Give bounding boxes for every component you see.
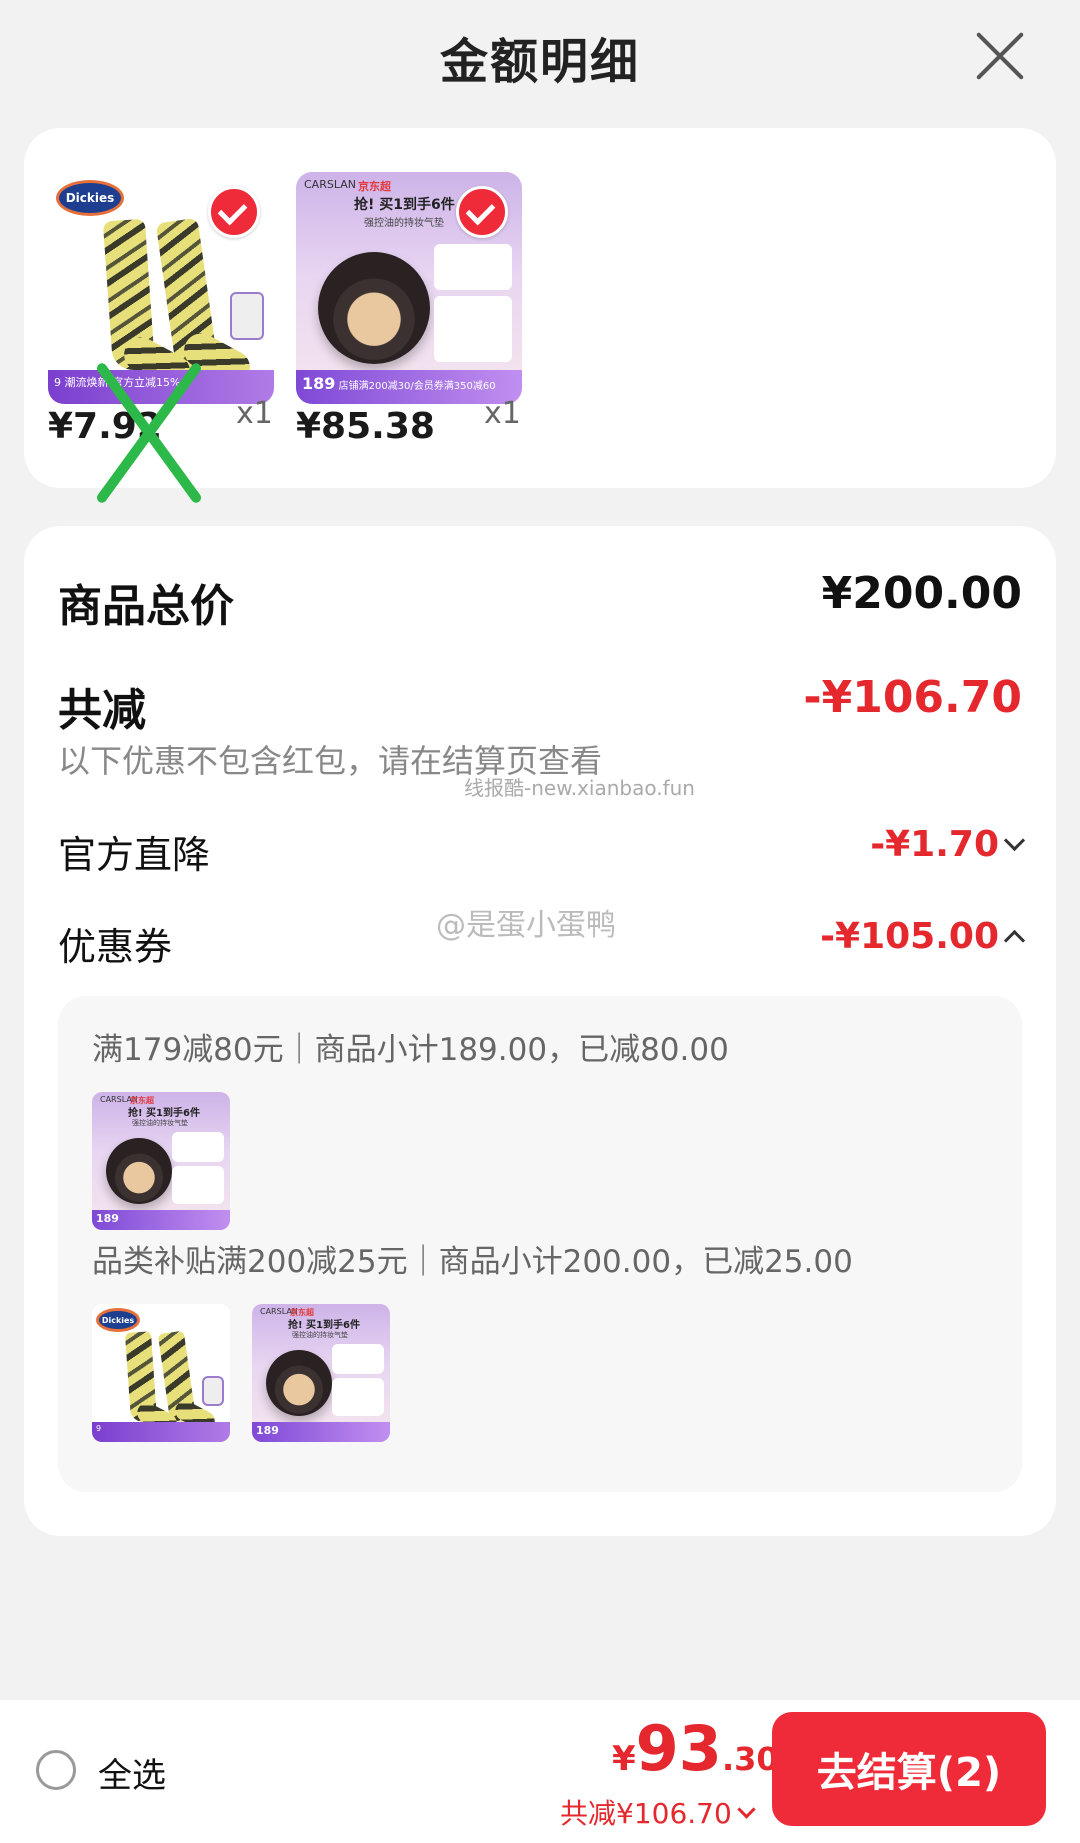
- promo-badge-num: 9: [54, 376, 61, 389]
- chevron-up-icon: [1003, 929, 1026, 952]
- promo-sub: 强控油的持妆气垫: [364, 218, 444, 229]
- amount-detail-card: 商品总价 ¥200.00 共减 -¥106.70 以下优惠不包含红包，请在结算页…: [24, 526, 1056, 1536]
- reduce-value: -¥106.70: [803, 672, 1022, 723]
- promo-badge-num: 9: [96, 1424, 102, 1433]
- watermark: @是蛋小蛋鸭: [436, 908, 616, 943]
- total-value: ¥200.00: [821, 568, 1022, 619]
- promo-mini-card: [172, 1166, 224, 1204]
- coupon-product-thumb-cushion: CARSLAN 京东超 抢! 买1到手6件 强控油的持妆气垫 189: [252, 1304, 390, 1442]
- promo-strip: 189: [92, 1210, 230, 1230]
- promo-mini-card: [332, 1344, 384, 1374]
- pay-dec: .30: [721, 1740, 779, 1778]
- coupon-product-thumb-socks: Dickies 9: [92, 1304, 230, 1442]
- coupon-product-thumb-cushion: CARSLAN 京东超 抢! 买1到手6件 强控油的持妆气垫 189: [92, 1092, 230, 1230]
- coupon-detail-panel: 满179减80元｜商品小计189.00，已减80.00 CARSLAN 京东超 …: [58, 996, 1022, 1492]
- pay-int: 93: [635, 1712, 722, 1785]
- product-qty: x1: [484, 396, 521, 431]
- promo-badge-num: 189: [302, 374, 336, 393]
- promo-mini-card: [332, 1378, 384, 1416]
- total-label: 商品总价: [58, 581, 234, 632]
- promo-headline: 抢! 买1到手6件: [288, 1320, 360, 1331]
- pay-amount: ¥93.30: [612, 1712, 779, 1785]
- promo-strip: 189: [252, 1422, 390, 1442]
- pay-reduce-text: 共减¥106.70: [560, 1797, 732, 1830]
- promo-mini-card: [434, 244, 512, 290]
- cushion-compact: [318, 252, 430, 364]
- checkout-button[interactable]: 去结算(2): [772, 1712, 1046, 1826]
- page-title: 金额明细: [439, 34, 640, 90]
- coupon-line: 满179减80元｜商品小计189.00，已减80.00: [92, 1032, 729, 1068]
- brand-logo: Dickies: [96, 1308, 140, 1332]
- promo-badge-num: 189: [256, 1424, 279, 1437]
- official-discount-label: 官方直降: [58, 833, 211, 877]
- product-thumb-cushion[interactable]: CARSLAN 京东超 抢! 买1到手6件 强控油的持妆气垫 189 店铺满20…: [296, 172, 522, 404]
- official-discount-toggle[interactable]: -¥1.70: [870, 824, 1026, 865]
- promo-badge-num: 189: [96, 1212, 119, 1225]
- select-all-label[interactable]: 全选: [98, 1748, 166, 1797]
- bottom-checkout-bar: 全选 ¥93.30 共减¥106.70 去结算(2): [0, 1700, 1080, 1843]
- brand-logo: CARSLAN: [304, 178, 356, 191]
- brand-logo: Dickies: [56, 180, 124, 216]
- coupon-line: 品类补贴满200减25元｜商品小计200.00，已减25.00: [92, 1244, 853, 1280]
- promo-text: 店铺满200减30/会员券满350减60: [338, 381, 496, 392]
- chevron-down-icon: [1003, 829, 1026, 852]
- promo-mini-card: [434, 296, 512, 362]
- select-all-radio[interactable]: [36, 1750, 76, 1790]
- checked-icon[interactable]: [208, 186, 260, 238]
- product-price: ¥85.38: [296, 406, 435, 447]
- green-cross-mark: [96, 358, 196, 508]
- pay-yen: ¥: [612, 1739, 636, 1779]
- reduce-label: 共减: [58, 685, 146, 736]
- close-icon[interactable]: [972, 28, 1028, 84]
- promo-headline: 抢! 买1到手6件: [128, 1108, 200, 1119]
- coupon-value: -¥105.00: [820, 916, 999, 957]
- checked-icon[interactable]: [456, 186, 508, 238]
- promo-strip: 9: [92, 1422, 230, 1442]
- promo-mini-card: [172, 1132, 224, 1162]
- jd-label: 京东超: [358, 180, 391, 193]
- product-qty: x1: [236, 396, 273, 431]
- coupon-label: 优惠券: [58, 925, 173, 969]
- cushion-compact: [106, 1138, 172, 1204]
- promo-sub: 强控油的持妆气垫: [292, 1331, 348, 1339]
- coupon-toggle[interactable]: -¥105.00: [820, 916, 1026, 957]
- pay-reduce-toggle[interactable]: 共减¥106.70: [560, 1792, 756, 1832]
- official-discount-value: -¥1.70: [870, 824, 999, 865]
- watermark: 线报酷-new.xianbao.fun: [464, 776, 695, 800]
- chevron-down-icon: [737, 1799, 756, 1819]
- promo-headline: 抢! 买1到手6件: [354, 197, 455, 213]
- promo-sub: 强控油的持妆气垫: [132, 1119, 188, 1127]
- tag-icon: [230, 292, 264, 340]
- cushion-compact: [266, 1350, 332, 1416]
- header: 金额明细: [0, 0, 1080, 118]
- tag-icon: [202, 1376, 224, 1406]
